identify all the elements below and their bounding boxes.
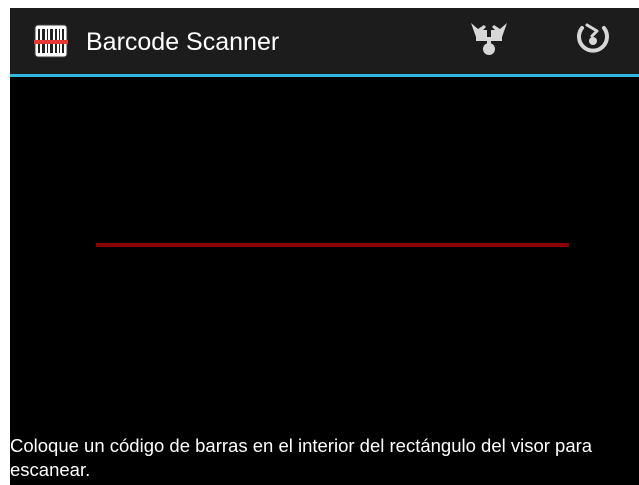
history-button[interactable] [569,18,617,64]
history-icon [573,19,613,64]
status-message: Coloque un código de barras en el interi… [10,435,593,480]
action-bar: Barcode Scanner [10,8,639,77]
camera-viewfinder[interactable] [10,77,639,417]
app-title: Barcode Scanner [86,28,280,56]
share-button[interactable] [465,18,513,64]
scan-laser-line [96,243,569,247]
barcode-icon [34,24,68,58]
scanner-screen: Barcode Scanner Coloque un código de bar… [10,8,639,485]
share-icon [468,19,510,64]
